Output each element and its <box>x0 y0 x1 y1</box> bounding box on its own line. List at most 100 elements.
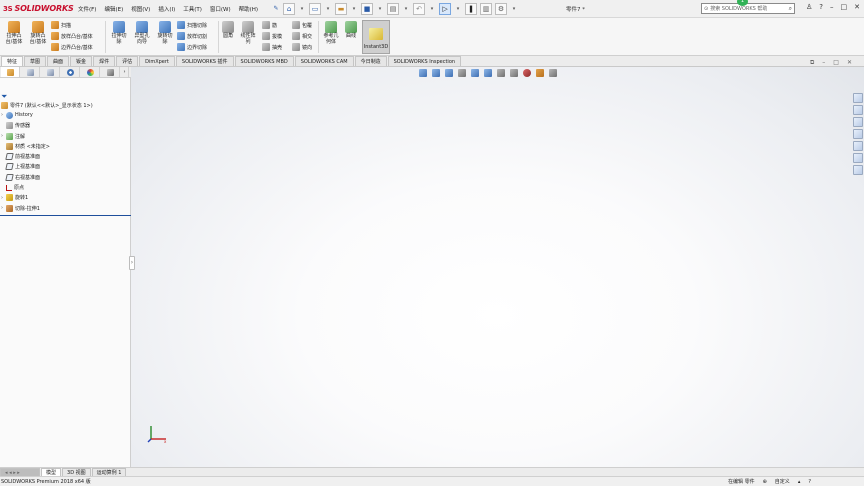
reference-geometry-button[interactable]: 参考几 何体 <box>320 21 342 45</box>
dropdown-arrow-icon[interactable]: ▾ <box>510 3 518 15</box>
boundary-boss-button[interactable]: 边界凸台/基体 <box>51 42 93 52</box>
status-help-icon[interactable]: ? <box>808 479 811 485</box>
view-settings-icon[interactable] <box>549 69 557 77</box>
tree-item-front-plane[interactable]: 前视基准面 <box>1 151 129 161</box>
wrap-button[interactable]: 包覆 <box>292 20 312 30</box>
previous-view-icon[interactable] <box>445 69 453 77</box>
section-view-icon[interactable] <box>458 69 466 77</box>
search-icon[interactable]: ⌕ <box>789 5 792 13</box>
tree-item-origin[interactable]: 原点 <box>1 182 129 192</box>
boundary-cut-button[interactable]: 边界切除 <box>177 42 207 52</box>
menu-insert[interactable]: 插入(I) <box>154 5 179 13</box>
menu-view[interactable]: 视图(V) <box>127 5 154 13</box>
tab-addins[interactable]: SOLIDWORKS 插件 <box>175 56 234 66</box>
extrude-cut-button[interactable]: 拉伸切 除 <box>108 21 130 45</box>
intersect-button[interactable]: 相交 <box>292 31 312 41</box>
rebuild-status-icon[interactable]: ⊕ <box>763 479 767 485</box>
tree-item-sensors[interactable]: 传感器 <box>1 121 129 131</box>
mirror-button[interactable]: 镜向 <box>292 42 312 52</box>
configurationmanager-tab[interactable] <box>41 67 60 77</box>
tree-root[interactable]: 零件7 (默认<<默认>_显示状态 1>) <box>1 100 129 110</box>
dropdown-arrow-icon[interactable]: ▾ <box>454 3 462 15</box>
zoom-to-area-icon[interactable] <box>432 69 440 77</box>
hide-show-items-icon[interactable] <box>510 69 518 77</box>
dropdown-arrow-icon[interactable]: ▾ <box>324 3 332 15</box>
tab-cam[interactable]: SOLIDWORKS CAM <box>294 56 354 66</box>
appearances-scenes-icon[interactable] <box>853 141 863 151</box>
open-folder-icon[interactable]: ▬ <box>335 2 348 15</box>
close-button[interactable]: ✕ <box>854 3 860 11</box>
tree-item-revolve1[interactable]: › 旋转1 <box>1 193 129 203</box>
dropdown-arrow-icon[interactable]: ▾ <box>402 3 410 15</box>
home-icon[interactable]: ⌂ <box>283 2 296 15</box>
minimize-window-icon[interactable]: – <box>822 59 825 67</box>
panel-collapse-handle[interactable]: › <box>129 256 135 270</box>
tab-inspection[interactable]: SOLIDWORKS Inspection <box>387 56 462 66</box>
tree-item-material[interactable]: 材质 <未指定> <box>1 141 129 151</box>
solidworks-resources-icon[interactable] <box>853 93 863 103</box>
rollback-bar[interactable] <box>0 215 131 216</box>
print-icon[interactable]: ▤ <box>387 2 400 15</box>
new-document-icon[interactable]: ▭ <box>309 2 322 15</box>
solidworks-logo[interactable]: 3S SOLIDWORKS <box>0 4 74 13</box>
units-dropdown-icon[interactable]: ▴ <box>798 479 801 485</box>
view-palette-icon[interactable] <box>853 129 863 139</box>
tab-3d-views[interactable]: 3D 视图 <box>62 468 91 476</box>
graphics-area[interactable] <box>131 67 864 467</box>
rib-button[interactable]: 筋 <box>262 20 277 30</box>
tab-motion-study[interactable]: 运动算例 1 <box>91 468 127 476</box>
dropdown-arrow-icon[interactable]: ▾ <box>428 3 436 15</box>
dimxpertmanager-tab[interactable] <box>61 67 80 77</box>
propertymanager-tab[interactable] <box>21 67 40 77</box>
draft-button[interactable]: 拔模 <box>262 31 282 41</box>
help-question-icon[interactable]: ? <box>819 3 823 11</box>
lofted-cut-button[interactable]: 放样切割 <box>177 31 207 41</box>
display-style-icon[interactable] <box>497 69 505 77</box>
dropdown-arrow-icon[interactable]: ▾ <box>376 3 384 15</box>
displaymanager-tab[interactable] <box>81 67 100 77</box>
rebuild-traffic-light-icon[interactable]: ❚ <box>465 2 478 15</box>
tab-manufacturing[interactable]: 今日制造 <box>354 56 387 66</box>
tab-weldments[interactable]: 焊件 <box>93 56 116 66</box>
hole-wizard-button[interactable]: 异型孔 向导 <box>131 21 153 45</box>
tree-item-cut-extrude1[interactable]: › 切除-拉伸1 <box>1 203 129 213</box>
linear-pattern-button[interactable]: 线性阵 列 <box>238 21 258 45</box>
units-selector[interactable]: 自定义 <box>775 478 790 485</box>
save-icon[interactable]: ■ <box>361 2 374 15</box>
solidworks-forum-icon[interactable] <box>853 165 863 175</box>
tab-mbd[interactable]: SOLIDWORKS MBD <box>234 56 294 66</box>
tab-surfaces[interactable]: 曲面 <box>47 56 70 66</box>
file-explorer-icon[interactable] <box>853 117 863 127</box>
more-tabs-button[interactable]: › <box>121 67 129 77</box>
tree-item-top-plane[interactable]: 上视基准面 <box>1 162 129 172</box>
cam-tree-tab[interactable] <box>101 67 120 77</box>
search-input[interactable]: 搜索 SOLIDWORKS 帮助 <box>710 5 767 12</box>
dropdown-arrow-icon[interactable]: ▾ <box>350 3 358 15</box>
instant3d-button[interactable]: Instant3D <box>362 20 390 54</box>
search-help-box[interactable]: ⊙ 搜索 SOLIDWORKS 帮助 ⌕ <box>701 3 795 14</box>
menu-window[interactable]: 窗口(W) <box>206 5 235 13</box>
tree-item-annotations[interactable]: › 注解 <box>1 131 129 141</box>
edit-appearance-icon[interactable] <box>523 69 531 77</box>
tab-scroll-buttons[interactable]: ◂ ◂ ▸ ▸ <box>0 468 40 476</box>
custom-properties-icon[interactable] <box>853 153 863 163</box>
tab-features[interactable]: 特征 <box>1 56 24 66</box>
close-window-icon[interactable]: ✕ <box>847 59 852 67</box>
menu-tools[interactable]: 工具(T) <box>179 5 206 13</box>
minimize-button[interactable]: – <box>830 3 834 11</box>
zoom-to-fit-icon[interactable] <box>419 69 427 77</box>
options-gear-icon[interactable]: ⚙ <box>495 2 508 15</box>
undo-icon[interactable]: ↶ <box>413 2 426 15</box>
apply-scene-icon[interactable] <box>536 69 544 77</box>
menu-help[interactable]: 帮助(H) <box>235 5 262 13</box>
menu-file[interactable]: 文件(F) <box>74 5 100 13</box>
loft-boss-button[interactable]: 放样凸台/基体 <box>51 31 93 41</box>
tab-dimxpert[interactable]: DimXpert <box>139 56 175 66</box>
swept-cut-button[interactable]: 扫描切除 <box>177 20 207 30</box>
tab-sketch[interactable]: 草图 <box>24 56 47 66</box>
maximize-window-icon[interactable]: □ <box>833 59 839 67</box>
select-pointer-icon[interactable]: ▷ <box>439 2 452 15</box>
view-orientation-icon[interactable] <box>484 69 492 77</box>
tree-item-history[interactable]: › History <box>1 110 129 120</box>
revolve-cut-button[interactable]: 旋转切 除 <box>154 21 176 45</box>
